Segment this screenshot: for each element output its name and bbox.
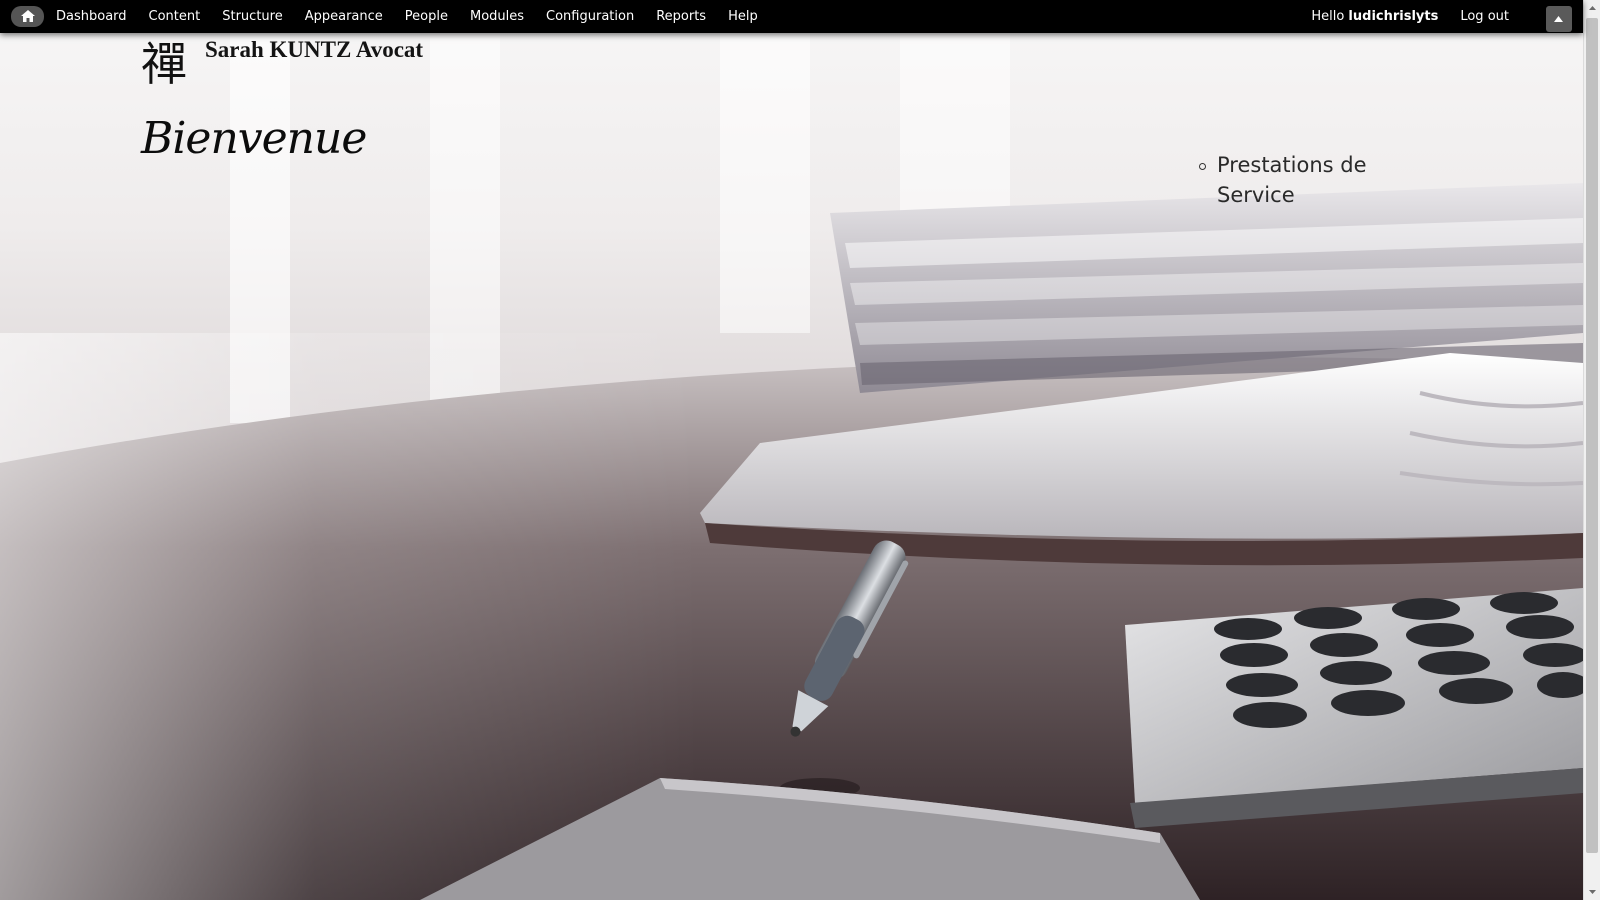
chevron-up-icon: [1589, 6, 1596, 10]
home-icon: [21, 10, 35, 22]
side-menu-item-label: Prestations de Service: [1217, 153, 1367, 207]
user-greeting: Hello ludichrislyts: [1311, 9, 1438, 24]
greeting-prefix: Hello: [1311, 9, 1349, 24]
home-button[interactable]: [11, 6, 44, 27]
site-name[interactable]: Sarah KUNTZ Avocat: [205, 37, 423, 63]
menu-item-configuration[interactable]: Configuration: [535, 0, 645, 33]
page-title: Bienvenue: [141, 113, 367, 164]
bullet-icon: [1199, 163, 1206, 170]
menu-item-structure[interactable]: Structure: [211, 0, 293, 33]
menu-item-content[interactable]: Content: [138, 0, 212, 33]
triangle-up-icon: [1554, 16, 1563, 22]
menu-item-help[interactable]: Help: [717, 0, 769, 33]
menu-item-modules[interactable]: Modules: [459, 0, 535, 33]
scrollbar-thumb[interactable]: [1586, 18, 1598, 853]
shortcuts-drawer-toggle[interactable]: [1546, 6, 1572, 32]
site-logo[interactable]: 禪: [141, 38, 187, 90]
admin-toolbar: Dashboard Content Structure Appearance P…: [0, 0, 1583, 33]
admin-menu: Dashboard Content Structure Appearance P…: [45, 0, 769, 33]
side-navigation: Prestations de Service: [1199, 150, 1417, 210]
menu-item-people[interactable]: People: [394, 0, 459, 33]
side-menu-item-prestations[interactable]: Prestations de Service: [1199, 150, 1417, 210]
menu-item-appearance[interactable]: Appearance: [294, 0, 394, 33]
username-link[interactable]: ludichrislyts: [1348, 9, 1438, 24]
user-area: Hello ludichrislyts Log out: [1311, 0, 1509, 33]
menu-item-reports[interactable]: Reports: [645, 0, 717, 33]
vertical-scrollbar[interactable]: [1583, 0, 1600, 900]
menu-item-dashboard[interactable]: Dashboard: [45, 0, 138, 33]
scroll-down-button[interactable]: [1584, 883, 1600, 900]
scroll-up-button[interactable]: [1584, 0, 1600, 17]
chevron-down-icon: [1589, 890, 1596, 894]
logout-link[interactable]: Log out: [1460, 9, 1509, 24]
